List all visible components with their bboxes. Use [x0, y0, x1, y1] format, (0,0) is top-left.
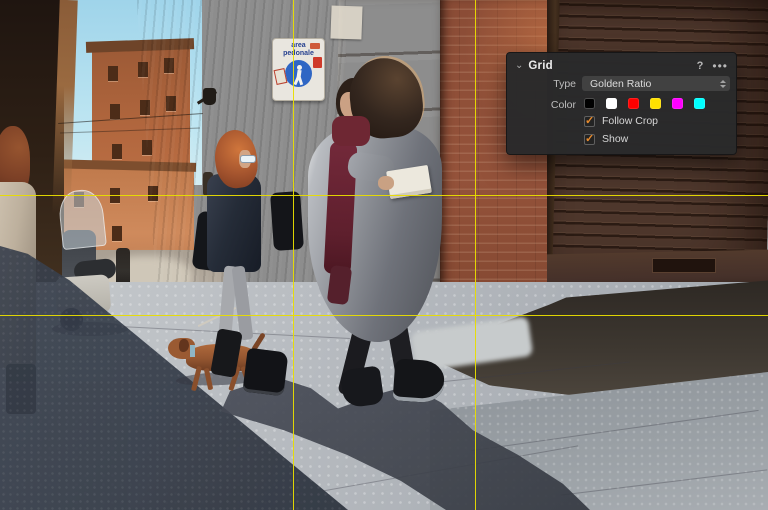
grid-type-value: Golden Ratio — [590, 77, 652, 90]
boot — [210, 328, 243, 378]
grid-line-vertical-1 — [293, 0, 295, 510]
boot — [242, 347, 289, 397]
burgundy-scarf-collar — [332, 116, 370, 146]
more-options-icon[interactable]: ••• — [712, 60, 728, 72]
checkmark-icon: ✓ — [585, 114, 595, 127]
checkmark-icon: ✓ — [585, 132, 595, 145]
type-label: Type — [553, 78, 576, 90]
color-swatch-row — [584, 98, 705, 109]
swatch-black[interactable] — [584, 98, 595, 109]
window — [112, 144, 122, 159]
color-label: Color — [550, 99, 576, 111]
dark-jacket — [207, 174, 261, 272]
stepper-icon — [720, 79, 726, 88]
photo-editor-viewport: area pedonale ⌄ Grid ? ••• Type Golden R… — [0, 0, 768, 510]
panel-title: Grid — [528, 60, 553, 72]
swatch-magenta[interactable] — [672, 98, 683, 109]
woman-gray-coat — [270, 54, 450, 409]
follow-crop-row: ✓ Follow Crop — [584, 115, 658, 127]
sunglasses — [240, 155, 256, 163]
grid-line-horizontal-1 — [0, 194, 768, 196]
grid-line-vertical-2 — [474, 0, 476, 510]
chevron-down-icon[interactable]: ⌄ — [515, 61, 523, 71]
street-lamp — [203, 88, 216, 105]
scooter-windshield — [57, 187, 107, 251]
follow-crop-checkbox[interactable]: ✓ — [584, 114, 595, 127]
show-checkbox[interactable]: ✓ — [584, 132, 595, 145]
leg — [231, 265, 254, 341]
grid-line-horizontal-2 — [0, 315, 768, 317]
grid-type-dropdown[interactable]: Golden Ratio — [582, 76, 730, 91]
window — [108, 66, 118, 81]
help-icon[interactable]: ? — [697, 60, 704, 72]
swatch-yellow[interactable] — [650, 98, 661, 109]
shutter-vent — [652, 258, 716, 273]
sign-sticker — [310, 43, 320, 49]
shoulder-bag — [270, 191, 304, 251]
boot — [392, 358, 446, 404]
grid-tool-panel: ⌄ Grid ? ••• Type Golden Ratio Color ✓ F — [506, 52, 737, 155]
window — [110, 104, 120, 119]
hand — [378, 176, 394, 190]
panel-header-actions: ? ••• — [697, 60, 728, 72]
follow-crop-label: Follow Crop — [602, 115, 659, 127]
show-label: Show — [602, 133, 629, 145]
swatch-red[interactable] — [628, 98, 639, 109]
woman-red-hair — [191, 127, 291, 398]
swatch-white[interactable] — [606, 98, 617, 109]
show-row: ✓ Show — [584, 133, 628, 145]
grid-panel-header: ⌄ Grid ? ••• — [515, 58, 728, 74]
boot — [339, 365, 385, 409]
swatch-cyan[interactable] — [694, 98, 705, 109]
